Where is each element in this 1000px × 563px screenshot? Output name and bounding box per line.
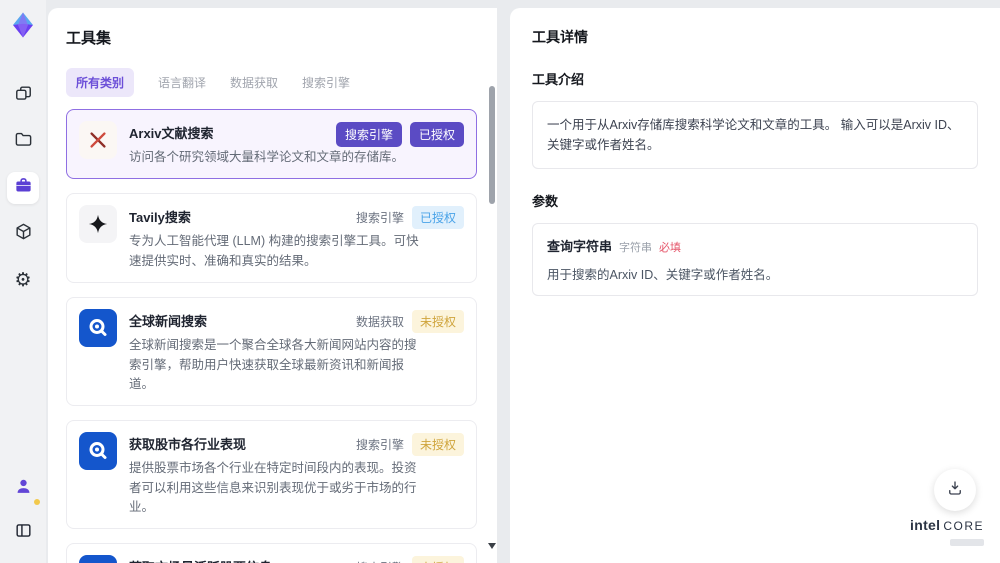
sidebar-item-chat[interactable] (7, 80, 39, 112)
tool-description: 专为人工智能代理 (LLM) 构建的搜索引擎工具。可快速提供实时、准确和真实的结… (129, 234, 419, 268)
panel-layout-icon (14, 521, 33, 545)
tool-card-list: Arxiv文献搜索 访问各个研究领域大量科学论文和文章的存储库。 搜索引擎 已授… (66, 109, 477, 563)
brand-secondary-text: core (943, 519, 984, 534)
search-logo-icon (79, 555, 117, 563)
category-badge: 数据获取 (355, 315, 404, 330)
folder-icon (14, 130, 33, 154)
params-heading: 参数 (532, 194, 559, 209)
tool-description: 全球新闻搜索是一个聚合全球各大新闻网站内容的搜索引擎，帮助用户快速获取全球最新资… (129, 338, 417, 391)
status-badge: 未授权 (411, 556, 464, 563)
tab-search-engine[interactable]: 搜索引擎 (302, 68, 350, 97)
sidebar-item-packages[interactable] (7, 218, 39, 250)
download-icon (946, 479, 964, 502)
gear-icon: ⚙ (14, 269, 32, 291)
tavily-star-icon (79, 205, 117, 244)
user-icon (14, 477, 33, 501)
scrollbar-down-arrow-icon[interactable] (488, 543, 496, 549)
tool-list-panel: 工具集 所有类别 语言翻译 数据获取 搜索引擎 Arxiv文献搜索 访问各个研究… (48, 8, 497, 563)
tab-language-translation[interactable]: 语言翻译 (158, 68, 206, 97)
category-tabs: 所有类别 语言翻译 数据获取 搜索引擎 (66, 68, 477, 97)
tool-card-most-active-stocks[interactable]: 获取市场最活跃股票信息 提供当天交易量最高的股票列表，投资者可以利用这些信息来识… (66, 543, 477, 563)
status-badge: 已授权 (409, 122, 464, 147)
app-logo-icon (8, 10, 38, 40)
category-badge: 搜索引擎 (356, 559, 404, 563)
detail-panel-title: 工具详情 (532, 29, 588, 45)
tab-data-fetching[interactable]: 数据获取 (230, 68, 278, 97)
page-title: 工具集 (66, 30, 112, 47)
intel-core-logo: intel core (910, 517, 984, 551)
sidebar-item-files[interactable] (7, 126, 39, 158)
parameter-item: 查询字符串 字符串 必填 用于搜索的Arxiv ID、关键字或作者姓名。 (532, 223, 978, 296)
tool-intro-text: 一个用于从Arxiv存储库搜索科学论文和文章的工具。 输入可以是Arxiv ID… (532, 101, 978, 169)
search-logo-icon (79, 432, 117, 471)
sidebar-item-account[interactable] (7, 473, 40, 505)
category-badge: 搜索引擎 (335, 122, 402, 147)
notification-dot (34, 499, 40, 505)
sidebar-item-toggle-panel[interactable] (7, 517, 39, 549)
tool-description: 访问各个研究领域大量科学论文和文章的存储库。 (129, 150, 405, 164)
param-description: 用于搜索的Arxiv ID、关键字或作者姓名。 (547, 268, 779, 282)
status-badge: 未授权 (411, 433, 464, 457)
category-badge: 搜索引擎 (355, 211, 404, 226)
status-badge: 未授权 (411, 310, 464, 334)
brand-subtext-bar (950, 539, 984, 547)
tool-detail-panel: 工具详情 工具介绍 一个用于从Arxiv存储库搜索科学论文和文章的工具。 输入可… (510, 8, 1000, 563)
tab-all-categories[interactable]: 所有类别 (66, 68, 135, 97)
status-badge: 已授权 (411, 206, 464, 230)
sidebar-item-settings[interactable]: ⚙ (7, 264, 39, 296)
param-type: 字符串 (619, 242, 653, 254)
tool-card-arxiv-search[interactable]: Arxiv文献搜索 访问各个研究领域大量科学论文和文章的存储库。 搜索引擎 已授… (66, 109, 477, 180)
tool-card-stock-sector-performance[interactable]: 获取股市各行业表现 提供股票市场各个行业在特定时间段内的表现。投资者可以利用这些… (66, 420, 477, 530)
category-badge: 搜索引擎 (355, 438, 404, 453)
download-button[interactable] (934, 469, 976, 511)
chat-icon (14, 84, 33, 108)
briefcase-icon (14, 176, 33, 200)
tool-description: 提供股票市场各个行业在特定时间段内的表现。投资者可以利用这些信息来识别表现优于或… (129, 461, 417, 514)
sidebar-item-toolbox[interactable] (7, 172, 39, 204)
tool-card-global-news-search[interactable]: 全球新闻搜索 全球新闻搜索是一个聚合全球各大新闻网站内容的搜索引擎，帮助用户快速… (66, 297, 477, 407)
scrollbar-thumb[interactable] (489, 86, 495, 204)
tool-card-tavily-search[interactable]: Tavily搜索 专为人工智能代理 (LLM) 构建的搜索引擎工具。可快速提供实… (66, 193, 477, 284)
arxiv-logo-icon (79, 121, 117, 159)
intro-heading: 工具介绍 (532, 72, 585, 87)
brand-primary-text: intel (910, 517, 941, 534)
param-required-flag: 必填 (659, 242, 682, 254)
param-name: 查询字符串 (547, 239, 613, 254)
app-sidebar: ⚙ (0, 0, 46, 563)
cube-icon (14, 222, 33, 246)
list-scrollbar[interactable] (488, 74, 496, 549)
search-logo-icon (79, 309, 117, 348)
